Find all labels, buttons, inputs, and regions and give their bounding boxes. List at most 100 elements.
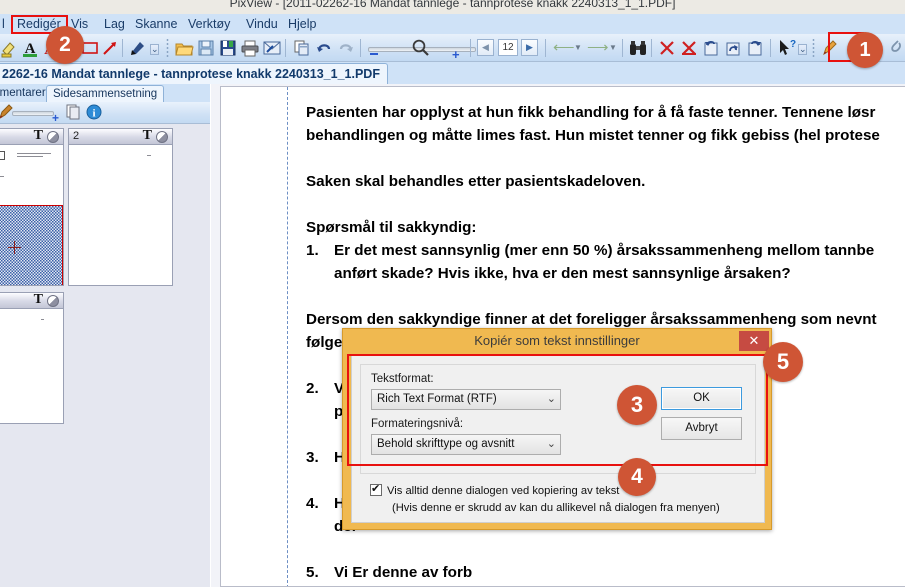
toolbar-separator — [470, 39, 471, 57]
always-show-dialog-checkbox-row[interactable]: Vis alltid denne dialogen ved kopiering … — [370, 482, 620, 497]
cancel-button[interactable]: Avbryt — [661, 417, 742, 440]
formatlevel-value: Behold skrifttype og avsnitt — [377, 438, 515, 450]
toolbar-separator — [622, 39, 623, 57]
arrow-annotation-icon[interactable] — [100, 38, 120, 58]
menu-item-lag[interactable]: Lag — [101, 16, 128, 32]
redo-icon[interactable] — [336, 38, 356, 58]
pen-tool-icon[interactable] — [820, 38, 840, 58]
annotation-badge-4: 4 — [618, 458, 656, 496]
page-number-input[interactable]: 12 — [498, 39, 518, 56]
rotate-left-icon[interactable] — [701, 38, 721, 58]
toolbar-grip-2 — [812, 38, 815, 58]
paragraph-text: Er det mest sannsynlig (mer enn 50 %) år… — [334, 242, 875, 259]
stamp-icon[interactable] — [128, 38, 148, 58]
new-page-icon[interactable] — [64, 102, 84, 122]
zoom-out-icon[interactable] — [370, 53, 378, 55]
formatlevel-label: Formateringsnivå: — [371, 418, 464, 430]
thumbnail-header: T — [0, 292, 63, 309]
svg-text:i: i — [92, 108, 95, 120]
textformat-label: Tekstformat: — [371, 373, 434, 385]
forward-dropdown-chevron-icon[interactable]: ▼ — [609, 43, 617, 53]
textformat-dropdown[interactable]: Rich Text Format (RTF) ⌄ — [371, 389, 561, 410]
menu-item-vindu[interactable]: Vindu — [243, 16, 281, 32]
toolbar-overflow-chevron-icon[interactable]: ⌄ — [150, 44, 159, 55]
back-dropdown-chevron-icon[interactable]: ▼ — [574, 43, 582, 53]
forward-arrow-icon[interactable]: ⟶ — [587, 40, 609, 55]
always-show-dialog-label: Vis alltid denne dialogen ved kopiering … — [387, 485, 620, 497]
menu-item-verktoy[interactable]: Verktøy — [185, 16, 233, 32]
page-state-icon — [47, 295, 59, 307]
dialog-title: Kopiér som tekst innstillinger — [474, 333, 640, 348]
annotation-badge-2: 2 — [46, 26, 84, 64]
left-panel: Kommentarer Sidesammensetning + — [0, 84, 210, 587]
textformat-value: Rich Text Format (RTF) — [377, 393, 497, 405]
toolbar-separator — [360, 39, 361, 57]
ok-button[interactable]: OK — [661, 387, 742, 410]
menu-item-fil[interactable]: l — [2, 16, 5, 32]
next-page-button[interactable]: ▶ — [521, 39, 538, 56]
window-titlebar: PixView - [2011-02262-16 Mandat tannlege… — [0, 0, 905, 14]
undo-icon[interactable] — [314, 38, 334, 58]
menu-item-hjelp[interactable]: Hjelp — [285, 16, 320, 32]
paragraph: behandlingen og måtte limes fast. Hun mi… — [306, 127, 880, 144]
annotation-badge-1: 1 — [847, 32, 883, 68]
toolbar-separator — [285, 39, 286, 57]
toolbar-overflow-chevron-icon-2[interactable]: ⌄ — [798, 44, 807, 55]
toolbar-separator — [122, 39, 123, 57]
info-icon[interactable]: i — [84, 102, 104, 122]
always-show-dialog-checkbox[interactable] — [370, 482, 382, 496]
tab-kommentarer[interactable]: Kommentarer — [0, 85, 52, 102]
font-color-icon[interactable]: A — [20, 38, 40, 58]
numbered-paragraph: 5. Vi Er denne av forb — [306, 561, 905, 584]
text-layer-icon: T — [142, 128, 152, 143]
app-root: PixView - [2011-02262-16 Mandat tannlege… — [0, 0, 905, 587]
thumbnail-page-2[interactable]: 2 T — [68, 128, 173, 286]
list-number: 2. — [306, 380, 319, 397]
list-number: 1. — [306, 242, 319, 259]
thumbnail-page-3[interactable]: T — [0, 292, 64, 424]
rotate-right-icon[interactable] — [745, 38, 765, 58]
numbered-paragraph: 1. Er det mest sannsynlig (mer enn 50 %) … — [306, 239, 905, 262]
thumbnail-list[interactable]: T 2 T T — [0, 124, 210, 587]
previous-page-button[interactable]: ◀ — [477, 39, 494, 56]
attachment-clip-icon[interactable] — [886, 38, 905, 58]
menu-item-skanne[interactable]: Skanne — [132, 16, 180, 32]
save-as-icon[interactable] — [218, 38, 238, 58]
paragraph-text: Vi Er denne av forb — [334, 564, 473, 581]
rotate-page-up-icon[interactable] — [723, 38, 743, 58]
thumbnail-size-slider[interactable] — [12, 111, 54, 116]
open-file-icon[interactable] — [174, 38, 194, 58]
thumbnail-page-1[interactable]: T — [0, 128, 64, 286]
tab-sidesammensetning[interactable]: Sidesammensetning — [46, 85, 165, 102]
copy-as-text-settings-dialog[interactable]: Kopiér som tekst innstillinger ✕ Tekstfo… — [342, 328, 772, 530]
back-arrow-icon[interactable]: ⟵ — [553, 40, 575, 55]
thumbnail-preview — [69, 145, 172, 285]
highlighter-icon[interactable] — [0, 38, 20, 58]
formatlevel-dropdown[interactable]: Behold skrifttype og avsnitt ⌄ — [371, 434, 561, 455]
find-binoculars-icon[interactable] — [628, 38, 648, 58]
paragraph: Spørsmål til sakkyndig: — [306, 219, 477, 236]
always-show-dialog-note: (Hvis denne er skrudd av kan du allikeve… — [392, 502, 720, 514]
document-tab[interactable]: 2262-16 Mandat tannlege - tannprotese kn… — [0, 63, 388, 84]
window-title: PixView - [2011-02262-16 Mandat tannlege… — [229, 0, 676, 10]
zoom-in-icon[interactable]: + — [452, 48, 460, 61]
left-panel-tabs: Kommentarer Sidesammensetning — [0, 84, 210, 102]
magnifier-icon[interactable] — [408, 36, 429, 56]
delete-all-pages-icon[interactable] — [679, 38, 699, 58]
print-icon[interactable] — [240, 38, 260, 58]
chevron-down-icon: ⌄ — [546, 393, 556, 405]
copy-icon[interactable] — [292, 38, 312, 58]
send-mail-icon[interactable] — [262, 38, 282, 58]
help-pointer-icon[interactable]: ? — [776, 38, 796, 58]
toolbar-separator — [651, 39, 652, 57]
delete-page-icon[interactable] — [657, 38, 677, 58]
thumbnail-header: T — [0, 128, 63, 145]
close-icon[interactable]: ✕ — [739, 331, 769, 351]
toolbar-separator — [545, 39, 546, 57]
text-layer-icon: T — [33, 128, 43, 143]
save-icon[interactable] — [196, 38, 216, 58]
document-tab-strip: 2262-16 Mandat tannlege - tannprotese kn… — [0, 62, 905, 84]
thumbnail-zoom-in-icon[interactable]: + — [52, 112, 59, 124]
crosshair-icon — [8, 241, 21, 254]
